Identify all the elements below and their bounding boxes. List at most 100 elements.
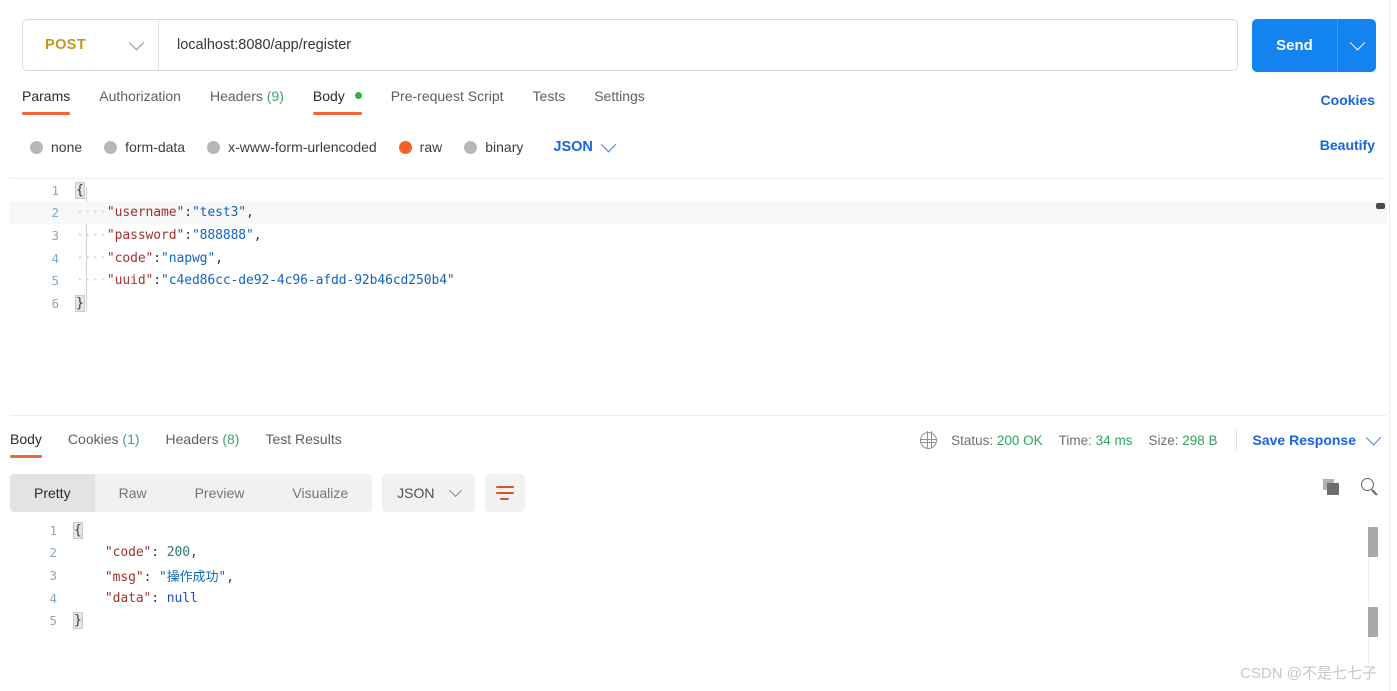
tab-settings[interactable]: Settings [594, 88, 645, 117]
line-number: 2 [49, 545, 57, 561]
response-tab-test-results[interactable]: Test Results [265, 431, 341, 460]
divider [1235, 430, 1237, 450]
code-line: 5} [0, 609, 1397, 632]
tab-params[interactable]: Params [22, 87, 71, 117]
line-number: 5 [51, 273, 59, 289]
time-badge: Time: 34 ms [1059, 433, 1133, 448]
raw-format-selector[interactable]: JSON [553, 136, 617, 155]
code-line: 1{ [10, 179, 1387, 202]
response-action-icons [1323, 478, 1379, 496]
radio-icon [207, 140, 221, 154]
code-token: , [215, 250, 223, 266]
word-wrap-toggle[interactable] [484, 474, 525, 512]
right-edge-divider [1389, 0, 1390, 691]
tab-pre-request-script[interactable]: Pre-request Script [391, 88, 504, 117]
word-wrap-icon [495, 486, 514, 488]
line-number: 2 [51, 205, 59, 221]
tab-body[interactable]: Body [312, 88, 362, 117]
body-type-form-data[interactable]: form-data [104, 139, 185, 155]
send-options-button[interactable] [1338, 19, 1376, 72]
code-text: ····"username":"test3", [76, 205, 254, 220]
tab-label: Settings [594, 87, 645, 104]
tab-label: Body [10, 430, 42, 447]
response-view-mode-group: Pretty Raw Preview Visualize [10, 474, 373, 512]
code-token: ···· [76, 273, 107, 289]
code-token: , [226, 569, 234, 585]
response-body-viewer[interactable]: 1{2 "code": 200, 3 "msg": "操作成功", 4 "data"… [0, 519, 1397, 669]
code-token: : [151, 590, 167, 606]
response-status-strip: Status: 200 OK Time: 34 ms Size: 298 B S… [919, 429, 1382, 450]
request-body-editor[interactable]: 1{2 ····"username":"test3", 3 ····"password… [10, 178, 1387, 416]
code-token: ···· [76, 205, 107, 221]
code-text: { [75, 181, 85, 199]
size-label: Size: [1148, 432, 1179, 448]
view-mode-visualize[interactable]: Visualize [268, 474, 372, 512]
tab-label: Params [22, 87, 71, 104]
postman-window: POST Send Params Authorization Headers (… [0, 0, 1397, 691]
http-method-label: POST [45, 37, 87, 53]
send-button-group: Send [1252, 19, 1376, 72]
body-type-raw[interactable]: raw [398, 139, 443, 155]
raw-format-label: JSON [553, 139, 593, 155]
tab-count: (9) [266, 87, 284, 104]
body-type-none[interactable]: none [30, 139, 82, 155]
size-value: 298 B [1182, 432, 1218, 448]
line-number: 6 [51, 295, 59, 311]
chevron-down-icon [1365, 429, 1382, 445]
tab-tests[interactable]: Tests [533, 88, 566, 117]
code-token: "test3" [191, 205, 247, 221]
tab-count: (1) [122, 430, 140, 447]
request-editor-scrollbar-track[interactable] [1376, 179, 1385, 415]
response-format-selector[interactable]: JSON [382, 474, 475, 512]
beautify-button[interactable]: Beautify [1320, 137, 1375, 153]
code-line: 2 ····"username":"test3", [10, 201, 1387, 225]
tab-label: Headers [165, 430, 219, 447]
view-mode-pretty[interactable]: Pretty [10, 474, 95, 512]
copy-icon[interactable] [1323, 479, 1339, 495]
send-button[interactable]: Send [1252, 19, 1338, 72]
view-mode-raw[interactable]: Raw [95, 474, 171, 512]
response-code-area: 1{2 "code": 200, 3 "msg": "操作成功", 4 "data"… [0, 519, 1397, 632]
tab-authorization[interactable]: Authorization [99, 88, 181, 117]
code-line: 4 ····"code":"napwg", [10, 247, 1387, 270]
response-tab-body[interactable]: Body [10, 431, 42, 460]
chevron-down-icon [448, 483, 462, 497]
body-type-binary[interactable]: binary [464, 139, 523, 155]
http-method-selector[interactable]: POST [23, 20, 159, 70]
search-icon[interactable] [1361, 478, 1379, 496]
response-scrollbar-thumb[interactable] [1368, 527, 1378, 557]
time-label: Time: [1058, 432, 1092, 448]
request-code-area[interactable]: 1{2 ····"username":"test3", 3 ····"password… [10, 179, 1387, 315]
code-token: : [151, 545, 167, 561]
code-token: : [153, 273, 162, 289]
save-response-button[interactable]: Save Response [1253, 429, 1382, 448]
url-input[interactable] [159, 20, 1237, 70]
tab-label: Pre-request Script [390, 87, 504, 104]
response-tab-cookies[interactable]: Cookies (1) [68, 431, 140, 460]
code-token: , [246, 205, 254, 221]
response-tab-headers[interactable]: Headers (8) [166, 431, 240, 460]
body-type-label: binary [485, 139, 524, 155]
code-text: ····"password":"888888", [76, 228, 262, 243]
url-bar-row: POST Send [0, 0, 1397, 88]
line-number: 3 [51, 227, 59, 243]
code-token: : [143, 569, 160, 585]
view-mode-preview[interactable]: Preview [171, 474, 269, 512]
tab-label: Test Results [265, 430, 342, 447]
response-scrollbar-thumb-secondary[interactable] [1368, 607, 1378, 637]
line-number: 5 [49, 613, 57, 629]
code-token: "password" [106, 227, 185, 243]
cookies-link[interactable]: Cookies [1321, 92, 1375, 108]
body-type-label: raw [419, 139, 443, 155]
code-text: ····"uuid":"c4ed86cc-de92-4c96-afdd-92b4… [76, 273, 455, 288]
body-type-label: form-data [125, 139, 186, 155]
request-editor-scrollbar-thumb[interactable] [1376, 203, 1385, 209]
body-type-x-www-form-urlencoded[interactable]: x-www-form-urlencoded [207, 139, 377, 155]
tab-headers[interactable]: Headers (9) [210, 88, 284, 117]
chevron-down-icon [600, 136, 617, 152]
word-wrap-icon [495, 492, 514, 494]
code-token: , [253, 227, 262, 243]
radio-icon [464, 140, 478, 154]
